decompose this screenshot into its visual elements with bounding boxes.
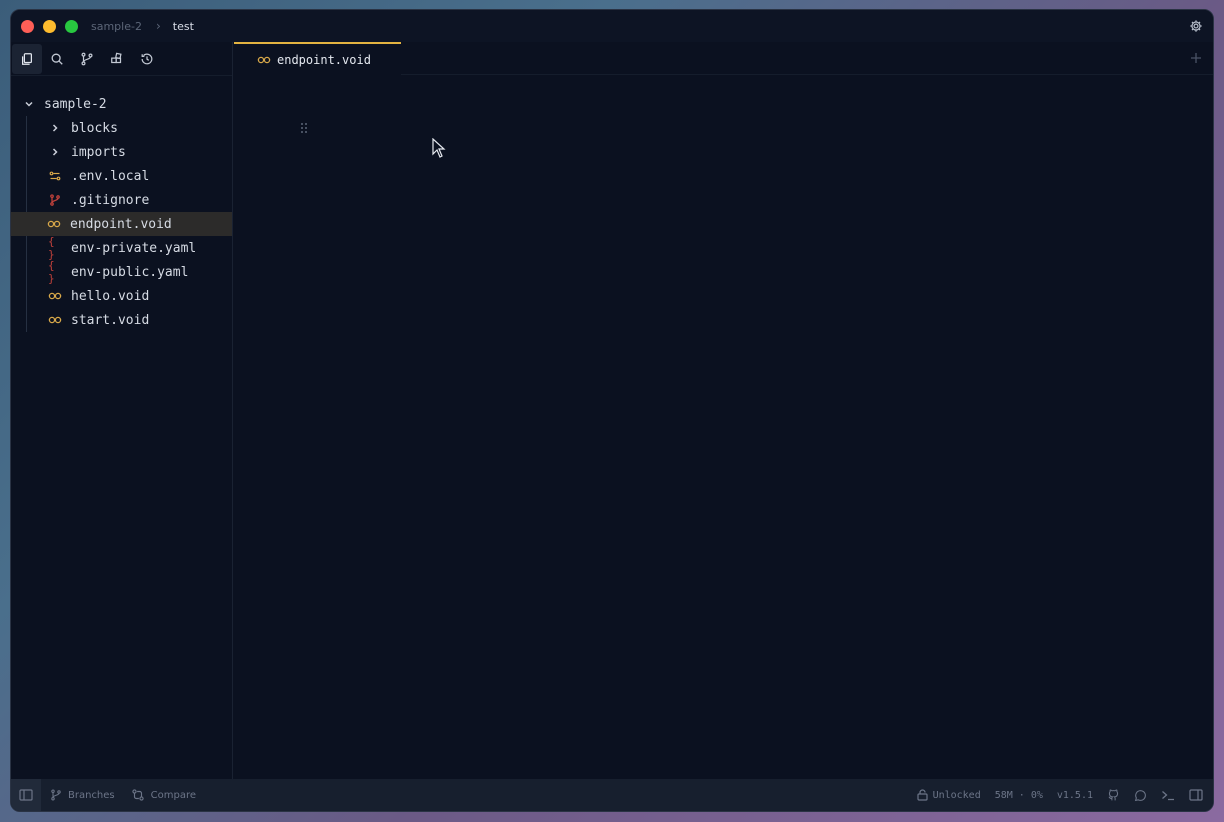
sidebar-panel-icon — [19, 789, 33, 801]
tree-item-blocks[interactable]: blocks — [26, 116, 232, 140]
tree-item-imports[interactable]: imports — [26, 140, 232, 164]
tab-files[interactable] — [12, 43, 42, 74]
void-icon — [48, 313, 62, 327]
chevron-down-icon — [22, 97, 36, 111]
breadcrumb-branch[interactable]: test — [173, 20, 194, 33]
tree-item-env-local[interactable]: .env.local — [26, 164, 232, 188]
git-branch-icon — [81, 52, 93, 65]
tree-item-start-void[interactable]: start.void — [26, 308, 232, 332]
git-branch-icon — [51, 789, 61, 801]
tab-search[interactable] — [42, 44, 72, 74]
branches-button[interactable]: Branches — [50, 789, 115, 801]
separator-dot: · — [1018, 789, 1025, 801]
window-controls — [21, 19, 78, 33]
editor-tab-label: endpoint.void — [277, 52, 371, 67]
toggle-sidebar-button[interactable] — [11, 779, 41, 811]
new-tab-plus-icon[interactable] — [1189, 51, 1203, 65]
tree-item-label: env-private.yaml — [71, 240, 197, 256]
yaml-icon: { } — [48, 259, 55, 285]
tab-git[interactable] — [72, 44, 102, 74]
mouse-pointer-icon — [432, 138, 446, 158]
right-panel-icon — [1189, 789, 1203, 801]
close-window-button[interactable] — [21, 19, 34, 33]
tree-item-env-private-yaml[interactable]: { } env-private.yaml — [26, 235, 232, 261]
editor-area: endpoint.void — [234, 42, 1213, 780]
compare-button[interactable]: Compare — [131, 788, 196, 802]
tree-item-label: .gitignore — [71, 192, 150, 208]
editor-tab-endpoint-void[interactable]: endpoint.void — [234, 42, 401, 75]
app-window: sample-2 › test sample-2 blocks imports … — [10, 9, 1214, 812]
tree-item-label: blocks — [71, 120, 118, 136]
search-icon — [51, 53, 63, 65]
titlebar: sample-2 › test — [11, 10, 1213, 42]
breadcrumb: sample-2 › test — [91, 19, 194, 33]
terminal-icon — [1162, 791, 1174, 801]
void-icon — [48, 289, 62, 303]
statusbar: Branches Compare Unlocked 58M · 0% v1.5.… — [11, 779, 1213, 811]
github-icon — [1108, 789, 1119, 800]
chat-button[interactable] — [1134, 789, 1147, 802]
editor-tabbar: endpoint.void — [234, 42, 1213, 75]
tree-item-hello-void[interactable]: hello.void — [26, 284, 232, 308]
void-icon — [47, 217, 61, 231]
drag-handle-icon[interactable] — [300, 122, 308, 134]
compare-label: Compare — [150, 789, 197, 801]
tab-blocks[interactable] — [102, 44, 132, 74]
github-button[interactable] — [1107, 789, 1120, 802]
sidebar-tabs — [11, 42, 232, 76]
tree-root-folder[interactable]: sample-2 — [11, 92, 232, 116]
maximize-window-button[interactable] — [65, 19, 78, 33]
files-icon — [22, 52, 32, 65]
chat-bubble-icon — [1134, 789, 1146, 801]
sidebar: sample-2 blocks imports .env.local .giti… — [11, 42, 233, 780]
tree-item-env-public-yaml[interactable]: { } env-public.yaml — [26, 259, 232, 285]
terminal-button[interactable] — [1161, 789, 1175, 801]
lock-status-label: Unlocked — [932, 789, 981, 801]
tree-item-label: imports — [71, 144, 126, 160]
memory-value: 58M — [994, 789, 1013, 801]
lock-status[interactable]: Unlocked — [916, 789, 981, 801]
void-icon — [257, 53, 271, 67]
tree-root-label: sample-2 — [44, 96, 107, 112]
tree-item-label: env-public.yaml — [71, 264, 189, 280]
tree-item-label: .env.local — [71, 168, 150, 184]
tree-item-gitignore[interactable]: .gitignore — [26, 188, 232, 212]
toggle-right-panel-button[interactable] — [1189, 789, 1203, 801]
breadcrumb-project[interactable]: sample-2 — [91, 20, 142, 33]
version-label: v1.5.1 — [1056, 789, 1093, 801]
blocks-icon — [111, 52, 122, 63]
minimize-window-button[interactable] — [43, 19, 56, 33]
chevron-right-icon: › — [155, 19, 161, 33]
compare-icon — [131, 789, 144, 801]
unlock-icon — [916, 789, 928, 801]
statusbar-right: Unlocked 58M · 0% v1.5.1 — [916, 779, 1213, 811]
env-icon — [48, 169, 62, 183]
settings-gear-icon[interactable] — [1189, 19, 1203, 33]
chevron-right-icon — [48, 121, 62, 135]
chevron-right-icon — [48, 145, 62, 159]
branches-label: Branches — [68, 789, 115, 801]
cpu-usage: 0% — [1031, 790, 1043, 801]
version: v1.5.1 — [1057, 790, 1093, 801]
git-icon — [48, 193, 62, 207]
cpu-value: 0% — [1030, 789, 1043, 801]
yaml-icon: { } — [48, 235, 55, 261]
file-tree: sample-2 blocks imports .env.local .giti… — [11, 76, 232, 332]
tab-history[interactable] — [132, 44, 162, 74]
history-icon — [141, 53, 153, 64]
tree-item-label: hello.void — [71, 288, 150, 304]
memory-usage: 58M — [995, 790, 1013, 801]
tree-item-endpoint-void[interactable]: endpoint.void — [11, 212, 232, 236]
tree-item-label: endpoint.void — [70, 216, 172, 232]
tree-item-label: start.void — [71, 312, 150, 328]
